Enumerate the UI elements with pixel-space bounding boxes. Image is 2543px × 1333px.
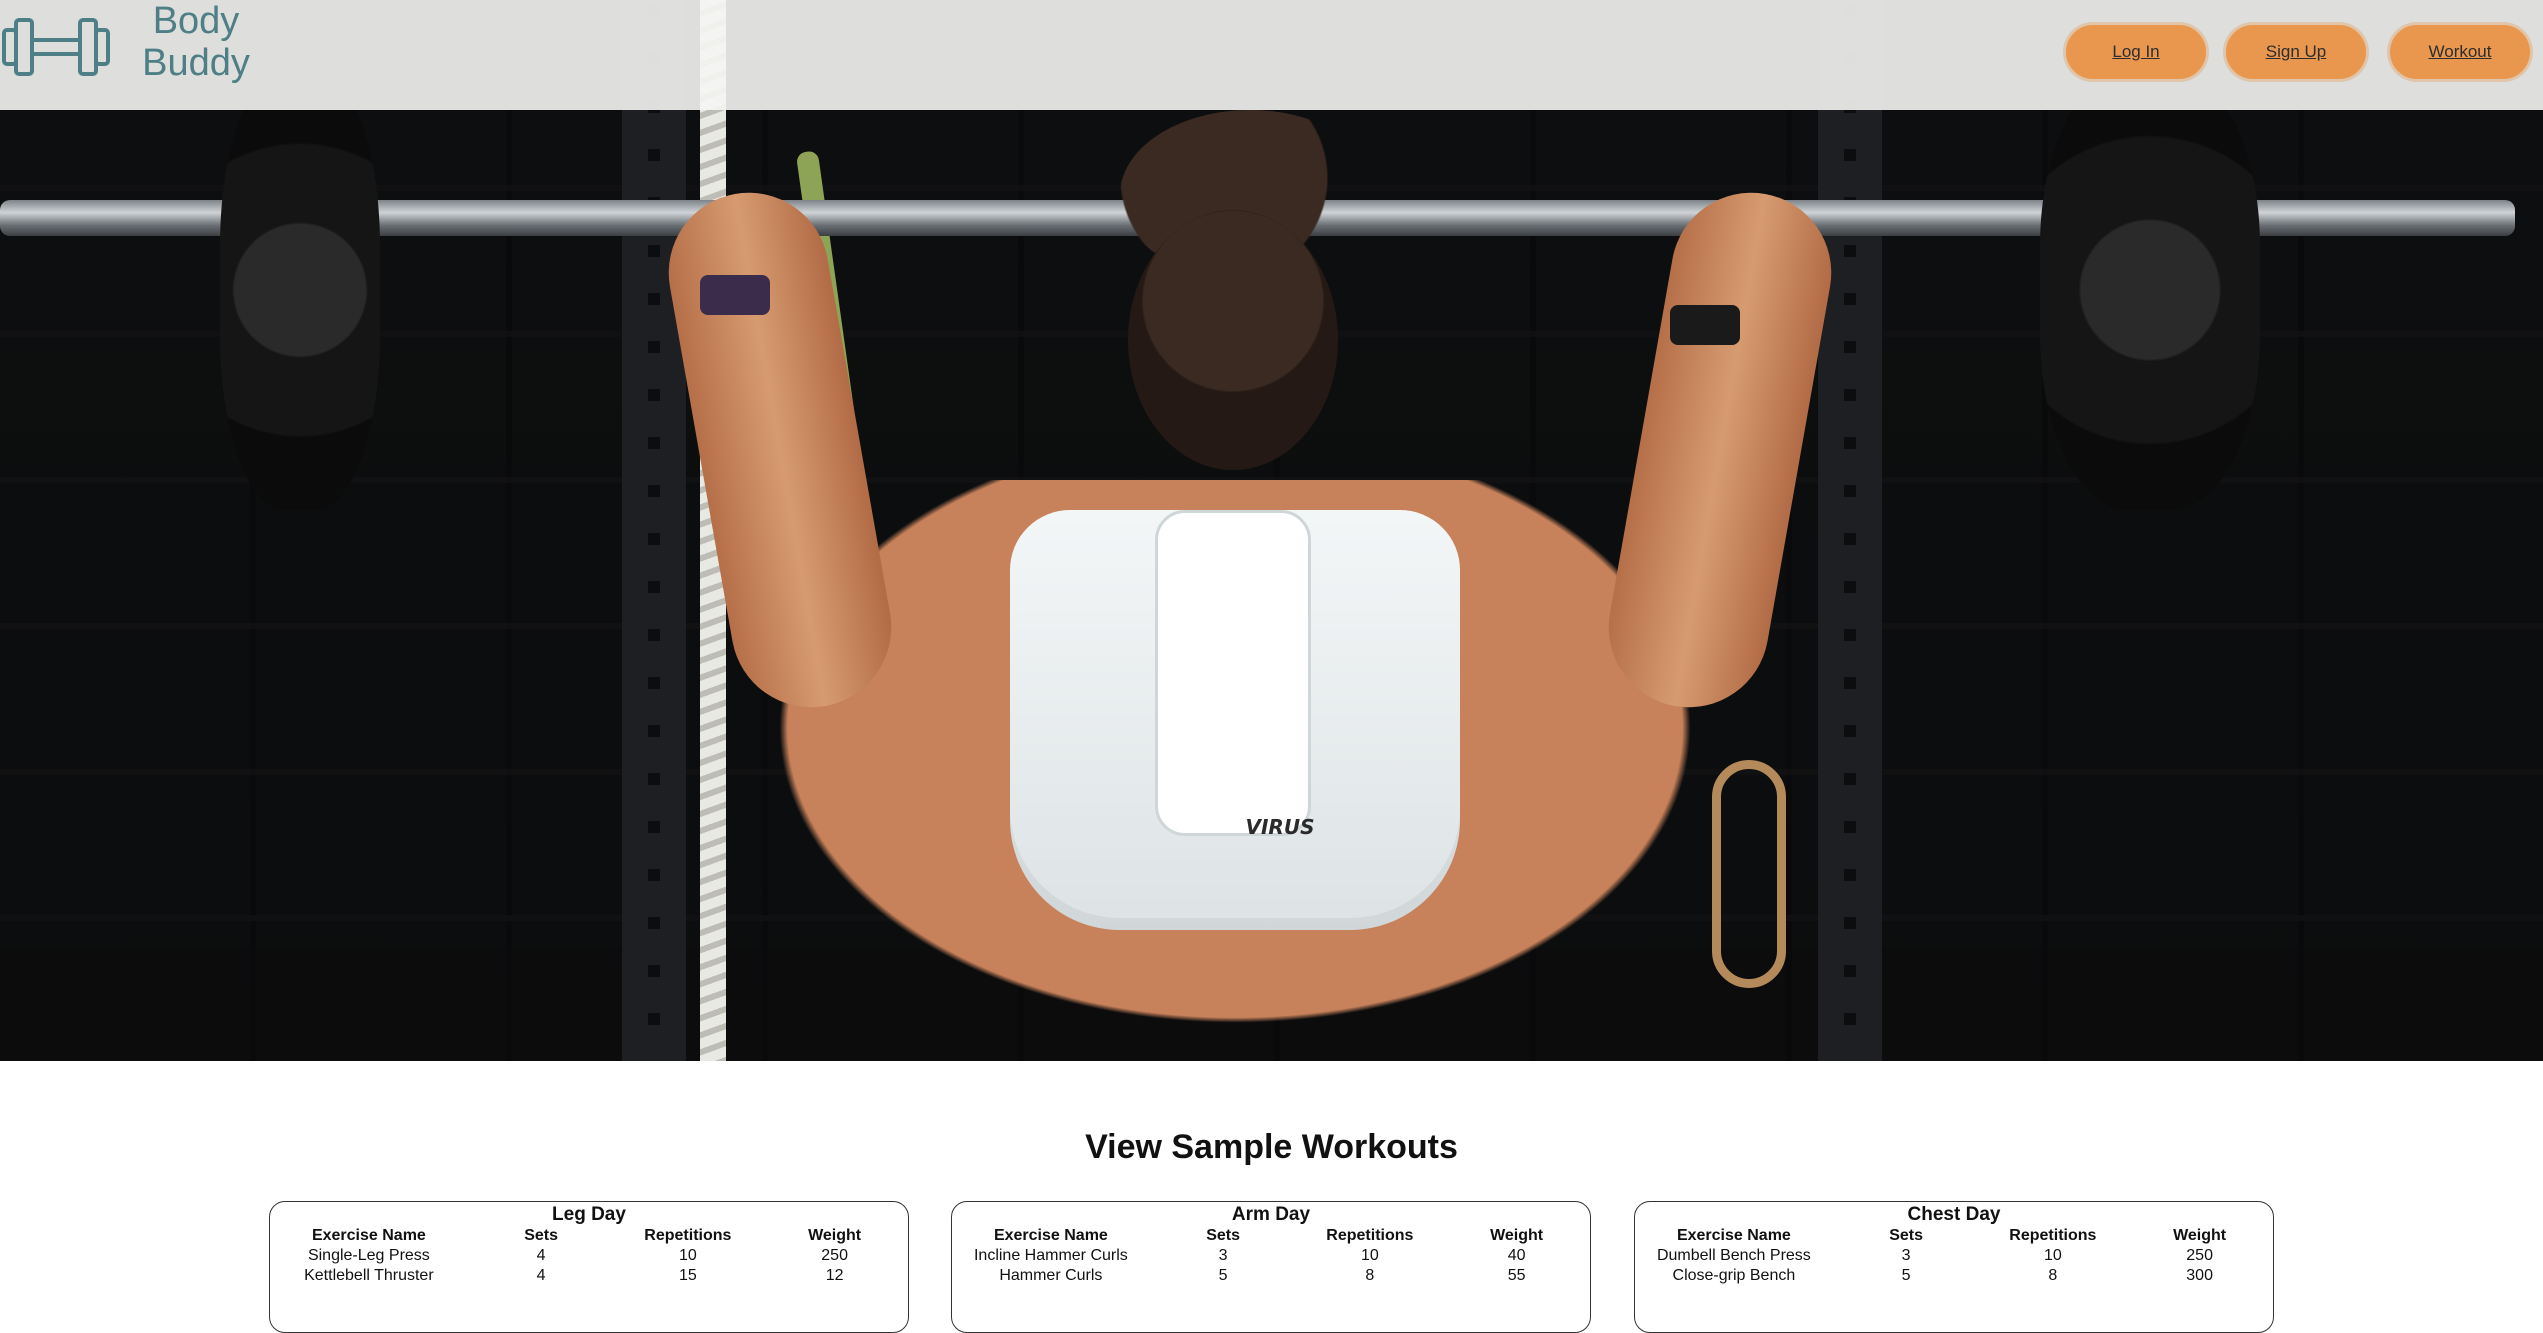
plate-right	[2040, 70, 2260, 510]
workout-card-leg-day: Leg Day Exercise Name Sets Repetitions W…	[269, 1201, 909, 1333]
brand-line-1: Body	[152, 0, 240, 42]
weight-value: 55	[1507, 1267, 1526, 1284]
wristband	[700, 275, 770, 315]
exercise-name: Close-grip Bench	[1672, 1267, 1796, 1284]
table-row: Kettlebell Thruster 4 15 12	[270, 1266, 908, 1286]
athlete-head	[1128, 210, 1338, 470]
exercise-name: Single-Leg Press	[307, 1247, 430, 1264]
column-header: Sets	[524, 1227, 559, 1244]
column-header: Repetitions	[1326, 1227, 1414, 1244]
column-header: Exercise Name	[1676, 1227, 1791, 1244]
rack-upright-right	[1818, 0, 1882, 1061]
table-header-row: Exercise Name Sets Repetitions Weight	[952, 1226, 1590, 1246]
weight-value: 12	[825, 1267, 844, 1284]
column-header: Sets	[1889, 1227, 1924, 1244]
workout-table: Exercise Name Sets Repetitions Weight Si…	[270, 1226, 908, 1286]
sets-value: 3	[1901, 1247, 1911, 1264]
sets-value: 5	[1901, 1267, 1911, 1284]
weight-value: 40	[1507, 1247, 1526, 1264]
brand-line-2: Buddy	[142, 42, 250, 84]
exercise-name: Hammer Curls	[999, 1267, 1103, 1284]
table-header-row: Exercise Name Sets Repetitions Weight	[270, 1226, 908, 1246]
table-row: Incline Hammer Curls 3 10 40	[952, 1246, 1590, 1266]
navbar: Body Buddy Log In Sign Up Workout	[0, 0, 2543, 110]
table-row: Dumbell Bench Press 3 10 250	[1635, 1246, 2273, 1266]
column-header: Exercise Name	[993, 1227, 1108, 1244]
reps-value: 8	[1365, 1267, 1375, 1284]
login-button[interactable]: Log In	[2066, 25, 2206, 79]
workout-card-title: Chest Day	[1907, 1204, 2001, 1225]
column-header: Sets	[1206, 1227, 1241, 1244]
watch	[1670, 305, 1740, 345]
column-header: Repetitions	[2009, 1227, 2097, 1244]
exercise-name: Incline Hammer Curls	[973, 1247, 1128, 1264]
workout-table: Exercise Name Sets Repetitions Weight Du…	[1635, 1226, 2273, 1286]
workout-table: Exercise Name Sets Repetitions Weight In…	[952, 1226, 1590, 1286]
table-row: Close-grip Bench 5 8 300	[1635, 1266, 2273, 1286]
brand-name[interactable]: Body Buddy	[126, 0, 266, 84]
column-header: Repetitions	[644, 1227, 732, 1244]
sets-value: 5	[1218, 1267, 1228, 1284]
reps-value: 8	[2048, 1267, 2058, 1284]
table-header-row: Exercise Name Sets Repetitions Weight	[1635, 1226, 2273, 1246]
exercise-name: Dumbell Bench Press	[1656, 1247, 1811, 1264]
column-header: Weight	[2173, 1227, 2227, 1244]
hero-image: VIRUS	[0, 0, 2543, 1061]
dumbbell-icon[interactable]	[0, 12, 112, 82]
sets-value: 4	[536, 1247, 546, 1264]
workout-card-arm-day: Arm Day Exercise Name Sets Repetitions W…	[951, 1201, 1591, 1333]
table-row: Single-Leg Press 4 10 250	[270, 1246, 908, 1266]
weight-value: 250	[2186, 1247, 2213, 1264]
reps-value: 10	[1360, 1247, 1379, 1264]
weight-value: 250	[821, 1247, 848, 1264]
workout-card-chest-day: Chest Day Exercise Name Sets Repetitions…	[1634, 1201, 2274, 1333]
section-title: View Sample Workouts	[1085, 1128, 1458, 1166]
sets-value: 3	[1218, 1247, 1228, 1264]
column-header: Weight	[1490, 1227, 1544, 1244]
workout-card-title: Leg Day	[552, 1204, 626, 1225]
plate-left	[220, 70, 380, 510]
column-header: Exercise Name	[311, 1227, 426, 1244]
reps-value: 10	[678, 1247, 697, 1264]
sports-bra-strap	[1155, 510, 1311, 836]
signup-button[interactable]: Sign Up	[2226, 25, 2366, 79]
table-row: Hammer Curls 5 8 55	[952, 1266, 1590, 1286]
sets-value: 4	[536, 1267, 546, 1284]
reps-value: 15	[678, 1267, 697, 1284]
workout-card-title: Arm Day	[1231, 1204, 1311, 1225]
reps-value: 10	[2043, 1247, 2062, 1264]
weight-value: 300	[2186, 1267, 2213, 1284]
column-header: Weight	[808, 1227, 862, 1244]
exercise-name: Kettlebell Thruster	[304, 1267, 434, 1284]
apparel-print: VIRUS	[1245, 815, 1315, 839]
workout-button[interactable]: Workout	[2390, 25, 2530, 79]
